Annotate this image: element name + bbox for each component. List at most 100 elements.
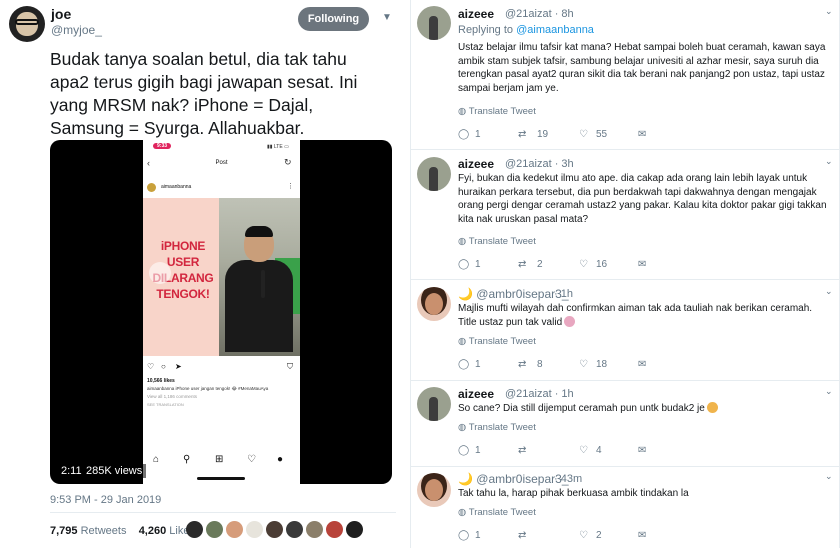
retweet-icon[interactable]: ⇄ <box>518 259 526 270</box>
translate-label: Translate Tweet <box>468 422 536 433</box>
reply-count: 1 <box>475 530 481 541</box>
liker-avatar[interactable] <box>186 521 203 538</box>
retweet-icon[interactable]: ⇄ <box>518 359 526 370</box>
search-icon: ⚲ <box>183 454 191 465</box>
globe-icon: ◍ <box>458 336 467 347</box>
chevron-down-icon[interactable]: ⌄ <box>825 156 833 167</box>
reply-tweet[interactable]: aizeee @21aizat · 8h ⌄ Replying to @aima… <box>411 0 840 150</box>
liker-avatar[interactable] <box>206 521 223 538</box>
following-button[interactable]: Following <box>298 7 369 31</box>
reply-author-name[interactable]: 🌙 @ambr0isepar3_ <box>458 287 569 301</box>
reply-tweet[interactable]: 🌙 @ambr0isepar3_ · 1h ⌄ Majlis mufti wil… <box>411 280 840 381</box>
emoji-icon <box>564 315 576 327</box>
reply-icon[interactable]: ◯ <box>458 359 469 370</box>
direct-message-icon[interactable]: ✉ <box>638 530 646 541</box>
like-icon[interactable]: ♡ <box>579 129 588 140</box>
direct-message-icon[interactable]: ✉ <box>638 359 646 370</box>
retweet-count: 8 <box>537 359 543 370</box>
post-likes: 10,566 likes <box>147 378 175 384</box>
reply-avatar[interactable] <box>417 6 451 40</box>
reply-author-handle[interactable]: @21aizat · 3h <box>505 158 574 170</box>
reply-tweet[interactable]: aizeee @21aizat · 3h ⌄ Fyi, bukan dia ke… <box>411 150 840 280</box>
reply-author-name[interactable]: aizeee <box>458 387 494 401</box>
liker-avatar[interactable] <box>266 521 283 538</box>
reply-avatar[interactable] <box>417 157 451 191</box>
author-name[interactable]: joe <box>51 6 71 22</box>
like-icon[interactable]: ♡ <box>579 259 588 270</box>
likes-count[interactable]: 4,260 <box>139 525 167 537</box>
retweet-icon[interactable]: ⇄ <box>518 445 526 456</box>
speaker-cap <box>245 226 273 237</box>
reply-avatar[interactable] <box>417 387 451 421</box>
translate-tweet-link[interactable]: ◍ Translate Tweet <box>458 336 536 347</box>
liker-avatar[interactable] <box>306 521 323 538</box>
tweet-stats: 7,795 Retweets 4,260 Likes <box>50 525 195 537</box>
reply-time[interactable]: · 1h <box>554 288 573 300</box>
translate-label: Translate Tweet <box>468 106 536 117</box>
phone-screenshot: 9:33 ▮▮ LTE ▭ ‹ Post ↻ aimaanbanna ⋮ iPH… <box>143 140 300 484</box>
speaker-figure <box>225 226 293 352</box>
translate-label: Translate Tweet <box>468 507 536 518</box>
reply-author-handle[interactable]: @21aizat · 8h <box>505 8 574 20</box>
phone-nav-bar: ⌂ ⚲ ⊞ ♡ ● <box>143 452 300 472</box>
reply-text: Ustaz belajar ilmu tafsir kat mana? Heba… <box>458 42 826 94</box>
reply-text-body: Majlis mufti wilayah dah confirmkan aima… <box>458 303 813 328</box>
chevron-down-icon[interactable]: ⌄ <box>825 471 833 482</box>
reply-tweet[interactable]: aizeee @21aizat · 1h ⌄ So cane? Dia stil… <box>411 381 840 467</box>
chevron-down-icon[interactable]: ⌄ <box>825 286 833 297</box>
reply-icon[interactable]: ◯ <box>458 129 469 140</box>
retweet-icon[interactable]: ⇄ <box>518 129 526 140</box>
translate-tweet-link[interactable]: ◍ Translate Tweet <box>458 507 536 518</box>
reply-count: 1 <box>475 359 481 370</box>
direct-message-icon[interactable]: ✉ <box>638 129 646 140</box>
reply-text-body: So cane? Dia still dijemput ceramah pun … <box>458 403 705 414</box>
translate-tweet-link[interactable]: ◍ Translate Tweet <box>458 236 536 247</box>
like-count: 2 <box>596 530 602 541</box>
reply-actions: ◯ 1 ⇄ 19 ♡ 55 ✉ <box>458 129 708 143</box>
reply-author-name[interactable]: 🌙 @ambr0isepar3_ <box>458 472 569 486</box>
liker-avatar[interactable] <box>346 521 363 538</box>
liker-avatar[interactable] <box>326 521 343 538</box>
translate-tweet-link[interactable]: ◍ Translate Tweet <box>458 422 536 433</box>
tweet-timestamp[interactable]: 9:53 PM - 29 Jan 2019 <box>50 494 161 506</box>
video-player[interactable]: 9:33 ▮▮ LTE ▭ ‹ Post ↻ aimaanbanna ⋮ iPH… <box>50 140 392 484</box>
liker-avatar[interactable] <box>286 521 303 538</box>
reply-author-name[interactable]: aizeee <box>458 7 494 21</box>
post-image: iPHONE USER DILARANG TENGOK! <box>143 198 300 356</box>
reply-icon[interactable]: ◯ <box>458 530 469 541</box>
speaker-body <box>225 260 293 352</box>
direct-message-icon[interactable]: ✉ <box>638 259 646 270</box>
phone-signal: ▮▮ LTE ▭ <box>267 144 289 150</box>
translate-tweet-link[interactable]: ◍ Translate Tweet <box>458 106 536 117</box>
share-icon: ➤ <box>175 362 182 371</box>
like-icon[interactable]: ♡ <box>579 445 588 456</box>
like-icon[interactable]: ♡ <box>579 359 588 370</box>
reply-avatar[interactable] <box>417 473 451 507</box>
reply-author-name[interactable]: aizeee <box>458 157 494 171</box>
direct-message-icon[interactable]: ✉ <box>638 445 646 456</box>
reply-time[interactable]: · 43m <box>554 473 582 485</box>
chevron-down-icon[interactable]: ⌄ <box>825 6 833 17</box>
liker-avatar[interactable] <box>226 521 243 538</box>
retweets-count[interactable]: 7,795 <box>50 525 78 537</box>
bookmark-icon: ⛉ <box>287 362 293 371</box>
author-avatar[interactable] <box>9 6 45 42</box>
reply-icon[interactable]: ◯ <box>458 445 469 456</box>
like-icon[interactable]: ♡ <box>579 530 588 541</box>
retweets-label[interactable]: Retweets <box>81 525 127 537</box>
tweet-text: Budak tanya soalan betul, dia tak tahu a… <box>50 49 358 138</box>
reply-tweet[interactable]: 🌙 @ambr0isepar3_ · 43m ⌄ Tak tahu la, ha… <box>411 467 840 548</box>
reply-icon[interactable]: ◯ <box>458 259 469 270</box>
author-handle[interactable]: @myjoe_ <box>51 23 102 37</box>
reply-count: 1 <box>475 129 481 140</box>
liker-avatar[interactable] <box>246 521 263 538</box>
chevron-down-icon[interactable]: ⌄ <box>825 386 833 397</box>
avatar-glasses <box>15 19 39 25</box>
refresh-icon: ↻ <box>284 157 292 167</box>
reply-avatar[interactable] <box>417 287 451 321</box>
chevron-down-icon[interactable]: ▼ <box>382 12 392 23</box>
retweet-icon[interactable]: ⇄ <box>518 530 526 541</box>
reply-author-handle[interactable]: @21aizat · 1h <box>505 388 574 400</box>
replying-to-link[interactable]: @aimaanbanna <box>516 24 594 36</box>
replying-to: Replying to @aimaanbanna <box>458 24 594 36</box>
